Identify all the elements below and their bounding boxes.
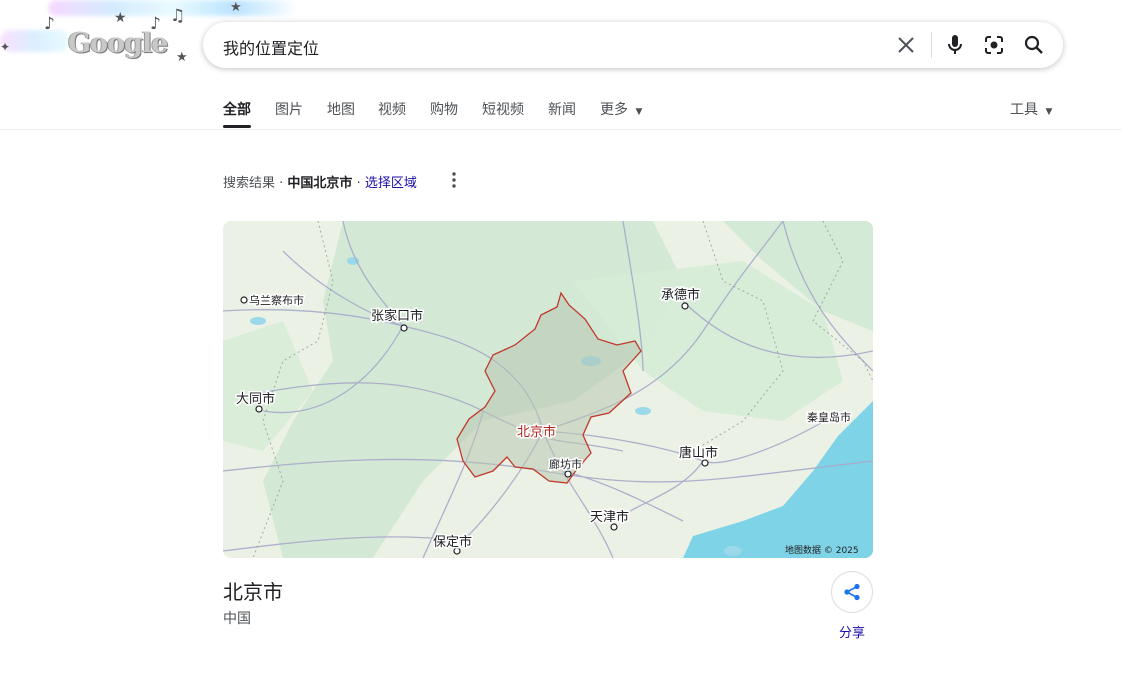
- place-country: 中国: [223, 611, 251, 627]
- search-divider: [931, 32, 932, 58]
- tab-maps[interactable]: 地图: [327, 99, 355, 119]
- tab-more-label: 更多: [600, 102, 628, 118]
- map-label-baoding: 保定市: [433, 534, 472, 550]
- logo-text: Google: [68, 28, 168, 59]
- music-note-icon: ♫: [170, 6, 186, 26]
- caret-down-icon: ▼: [635, 107, 643, 117]
- star-icon: ★: [176, 50, 188, 65]
- caret-down-icon: ▼: [1045, 107, 1053, 117]
- tools-label: 工具: [1010, 102, 1038, 118]
- more-options-icon[interactable]: [445, 170, 463, 190]
- header-divider: [0, 129, 1121, 130]
- share-button[interactable]: [831, 571, 873, 613]
- map-label-datong: 大同市: [236, 391, 275, 407]
- next-result-partial: [225, 684, 345, 692]
- location-prefix: 搜索结果: [223, 176, 276, 191]
- music-note-icon: ♪: [44, 14, 55, 34]
- place-title: 北京市: [223, 580, 283, 604]
- map-label-tangshan: 唐山市: [679, 445, 718, 461]
- tab-news[interactable]: 新闻: [548, 99, 576, 119]
- map-label-beijing: 北京市: [517, 424, 556, 440]
- separator: ·: [352, 176, 365, 191]
- map-label-langfang: 廊坊市: [549, 457, 582, 471]
- star-icon: ★: [114, 10, 127, 26]
- search-input[interactable]: 我的位置定位: [223, 35, 319, 59]
- tab-images[interactable]: 图片: [275, 99, 303, 119]
- map-label-wulanchabu: 乌兰察布市: [249, 293, 304, 307]
- separator: ·: [275, 176, 288, 191]
- map-label-qinhuangdao: 秦皇岛市: [807, 410, 851, 424]
- clear-icon[interactable]: [894, 33, 918, 57]
- tab-all[interactable]: 全部: [223, 99, 251, 119]
- map-label-zhangjiakou: 张家口市: [371, 308, 423, 324]
- location-line: 搜索结果 · 中国北京市 · 选择区域: [223, 172, 417, 191]
- current-location: 中国北京市: [287, 176, 353, 191]
- map-label-chengde: 承德市: [661, 287, 700, 303]
- search-icon[interactable]: [1022, 33, 1046, 57]
- lens-camera-icon[interactable]: [982, 33, 1006, 57]
- tab-shopping[interactable]: 购物: [430, 99, 458, 119]
- map-label-tianjin: 天津市: [590, 509, 629, 525]
- sparkle-trail-left: [0, 30, 70, 52]
- tab-videos[interactable]: 视频: [378, 99, 406, 119]
- microphone-icon[interactable]: [943, 33, 967, 57]
- tab-short-videos[interactable]: 短视频: [482, 99, 524, 119]
- share-icon: [844, 583, 860, 601]
- tools-button[interactable]: 工具 ▼: [1010, 99, 1052, 119]
- choose-region-link[interactable]: 选择区域: [365, 176, 417, 191]
- active-tab-indicator: [223, 125, 251, 128]
- search-box[interactable]: 我的位置定位: [203, 22, 1063, 68]
- star-icon: ★: [230, 0, 242, 15]
- star-icon: ✦: [0, 40, 11, 54]
- tab-more[interactable]: 更多 ▼: [600, 99, 642, 119]
- share-label[interactable]: 分享: [839, 622, 865, 641]
- map-preview[interactable]: 乌兰察布市 张家口市 承德市 大同市 北京市 廊坊市 唐山市 秦皇岛市 天津市 …: [223, 221, 873, 558]
- map-attribution: 地图数据 © 2025: [785, 544, 859, 556]
